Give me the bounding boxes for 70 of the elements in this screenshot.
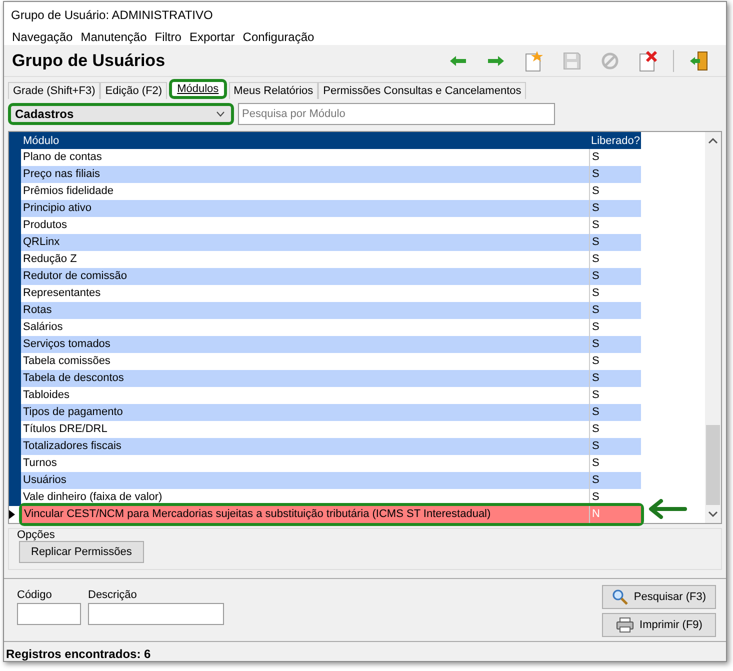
page-title: Grupo de Usuários: [12, 50, 166, 71]
table-cell-text: Tabela comissões: [22, 354, 112, 369]
back-arrow-icon[interactable]: [449, 54, 467, 67]
scroll-up-icon[interactable]: [708, 137, 718, 145]
search-field[interactable]: Pesquisa por Módulo: [238, 102, 555, 125]
group-title: Opções: [17, 529, 56, 541]
table-cell-text: Tabloides: [22, 388, 70, 403]
tab[interactable]: Meus Relatórios: [228, 82, 318, 99]
tab[interactable]: Permissões Consultas e Cancelamentos: [318, 82, 526, 99]
table-cell: Preço nas filiais: [21, 166, 589, 183]
new-document-icon[interactable]: [524, 50, 544, 72]
menu-item[interactable]: Manutenção: [76, 30, 151, 44]
scroll-down-icon[interactable]: [708, 510, 718, 518]
table-cell: S: [589, 200, 641, 217]
table-cell: Vincular CEST/NCM para Mercadorias sujeitas a substituição tributária (ICMS ST Interestadual): [22, 506, 589, 523]
table-cell: S: [589, 336, 641, 353]
table-cell: Redutor de comissão: [21, 268, 589, 285]
table-cell: Serviços tomados: [21, 336, 589, 353]
menu-item[interactable]: Navegação: [8, 30, 77, 44]
search-button[interactable]: Pesquisar (F3): [602, 585, 716, 609]
menu-item[interactable]: Configuração: [238, 30, 318, 44]
table-cell-text: Títulos DRE/DRL: [22, 422, 108, 437]
printer-icon: [616, 617, 634, 633]
window-title: Grupo de Usuário: ADMINISTRATIVO: [11, 8, 213, 22]
input-field[interactable]: [17, 603, 81, 625]
column-header[interactable]: Liberado?: [589, 134, 641, 146]
table-cell: S: [589, 166, 641, 183]
forward-arrow-icon[interactable]: [487, 54, 505, 67]
table-cell-text: Representantes: [22, 286, 102, 301]
tab[interactable]: Grade (Shift+F3): [8, 82, 100, 99]
print-button[interactable]: Imprimir (F9): [602, 613, 716, 637]
input-field[interactable]: [88, 603, 224, 625]
column-header[interactable]: Módulo: [21, 134, 589, 146]
table-cell-text: Salários: [22, 320, 64, 335]
table-cell-text: Prêmios fidelidade: [22, 184, 114, 199]
table-cell: Usuários: [21, 472, 589, 489]
table-cell-text: Plano de contas: [22, 150, 103, 165]
table-cell: Tabela de descontos: [21, 370, 589, 387]
exit-door-icon[interactable]: [689, 50, 709, 71]
table-cell: QRLinx: [21, 234, 589, 251]
delete-document-icon[interactable]: [638, 50, 658, 72]
table-cell: S: [589, 302, 641, 319]
replicate-button[interactable]: Replicar Permissões: [19, 541, 144, 563]
table-cell-text: Turnos: [22, 456, 58, 471]
field-label: Código: [17, 589, 53, 601]
table-cell: Tipos de pagamento: [21, 404, 589, 421]
table-cell: S: [589, 268, 641, 285]
table-cell-text: Vale dinheiro (faixa de valor): [22, 490, 164, 505]
table-cell: S: [589, 234, 641, 251]
menu-item[interactable]: Filtro: [150, 30, 186, 44]
table-cell: N: [589, 506, 641, 523]
field-label: Descrição: [88, 589, 138, 601]
table-cell-text: Redução Z: [22, 252, 78, 267]
table-cell: S: [589, 370, 641, 387]
table-cell-text: Produtos: [22, 218, 68, 233]
status-text: Registros encontrados: 6: [5, 646, 152, 661]
table-cell: S: [589, 472, 641, 489]
table-cell: Principio ativo: [21, 200, 589, 217]
table-cell: Totalizadores fiscais: [21, 438, 589, 455]
pointer-arrow-icon: [647, 499, 687, 519]
table-cell: S: [589, 438, 641, 455]
menu-item[interactable]: Exportar: [185, 30, 239, 44]
module-group-dropdown[interactable]: Cadastros: [8, 102, 234, 125]
tab[interactable]: Edição (F2): [100, 82, 168, 99]
table-cell: S: [589, 404, 641, 421]
table-cell: Rotas: [21, 302, 589, 319]
tab[interactable]: Módulos: [169, 78, 227, 99]
current-row-icon: [9, 510, 15, 519]
search-icon: [612, 589, 628, 605]
chevron-down-icon: [216, 110, 225, 117]
